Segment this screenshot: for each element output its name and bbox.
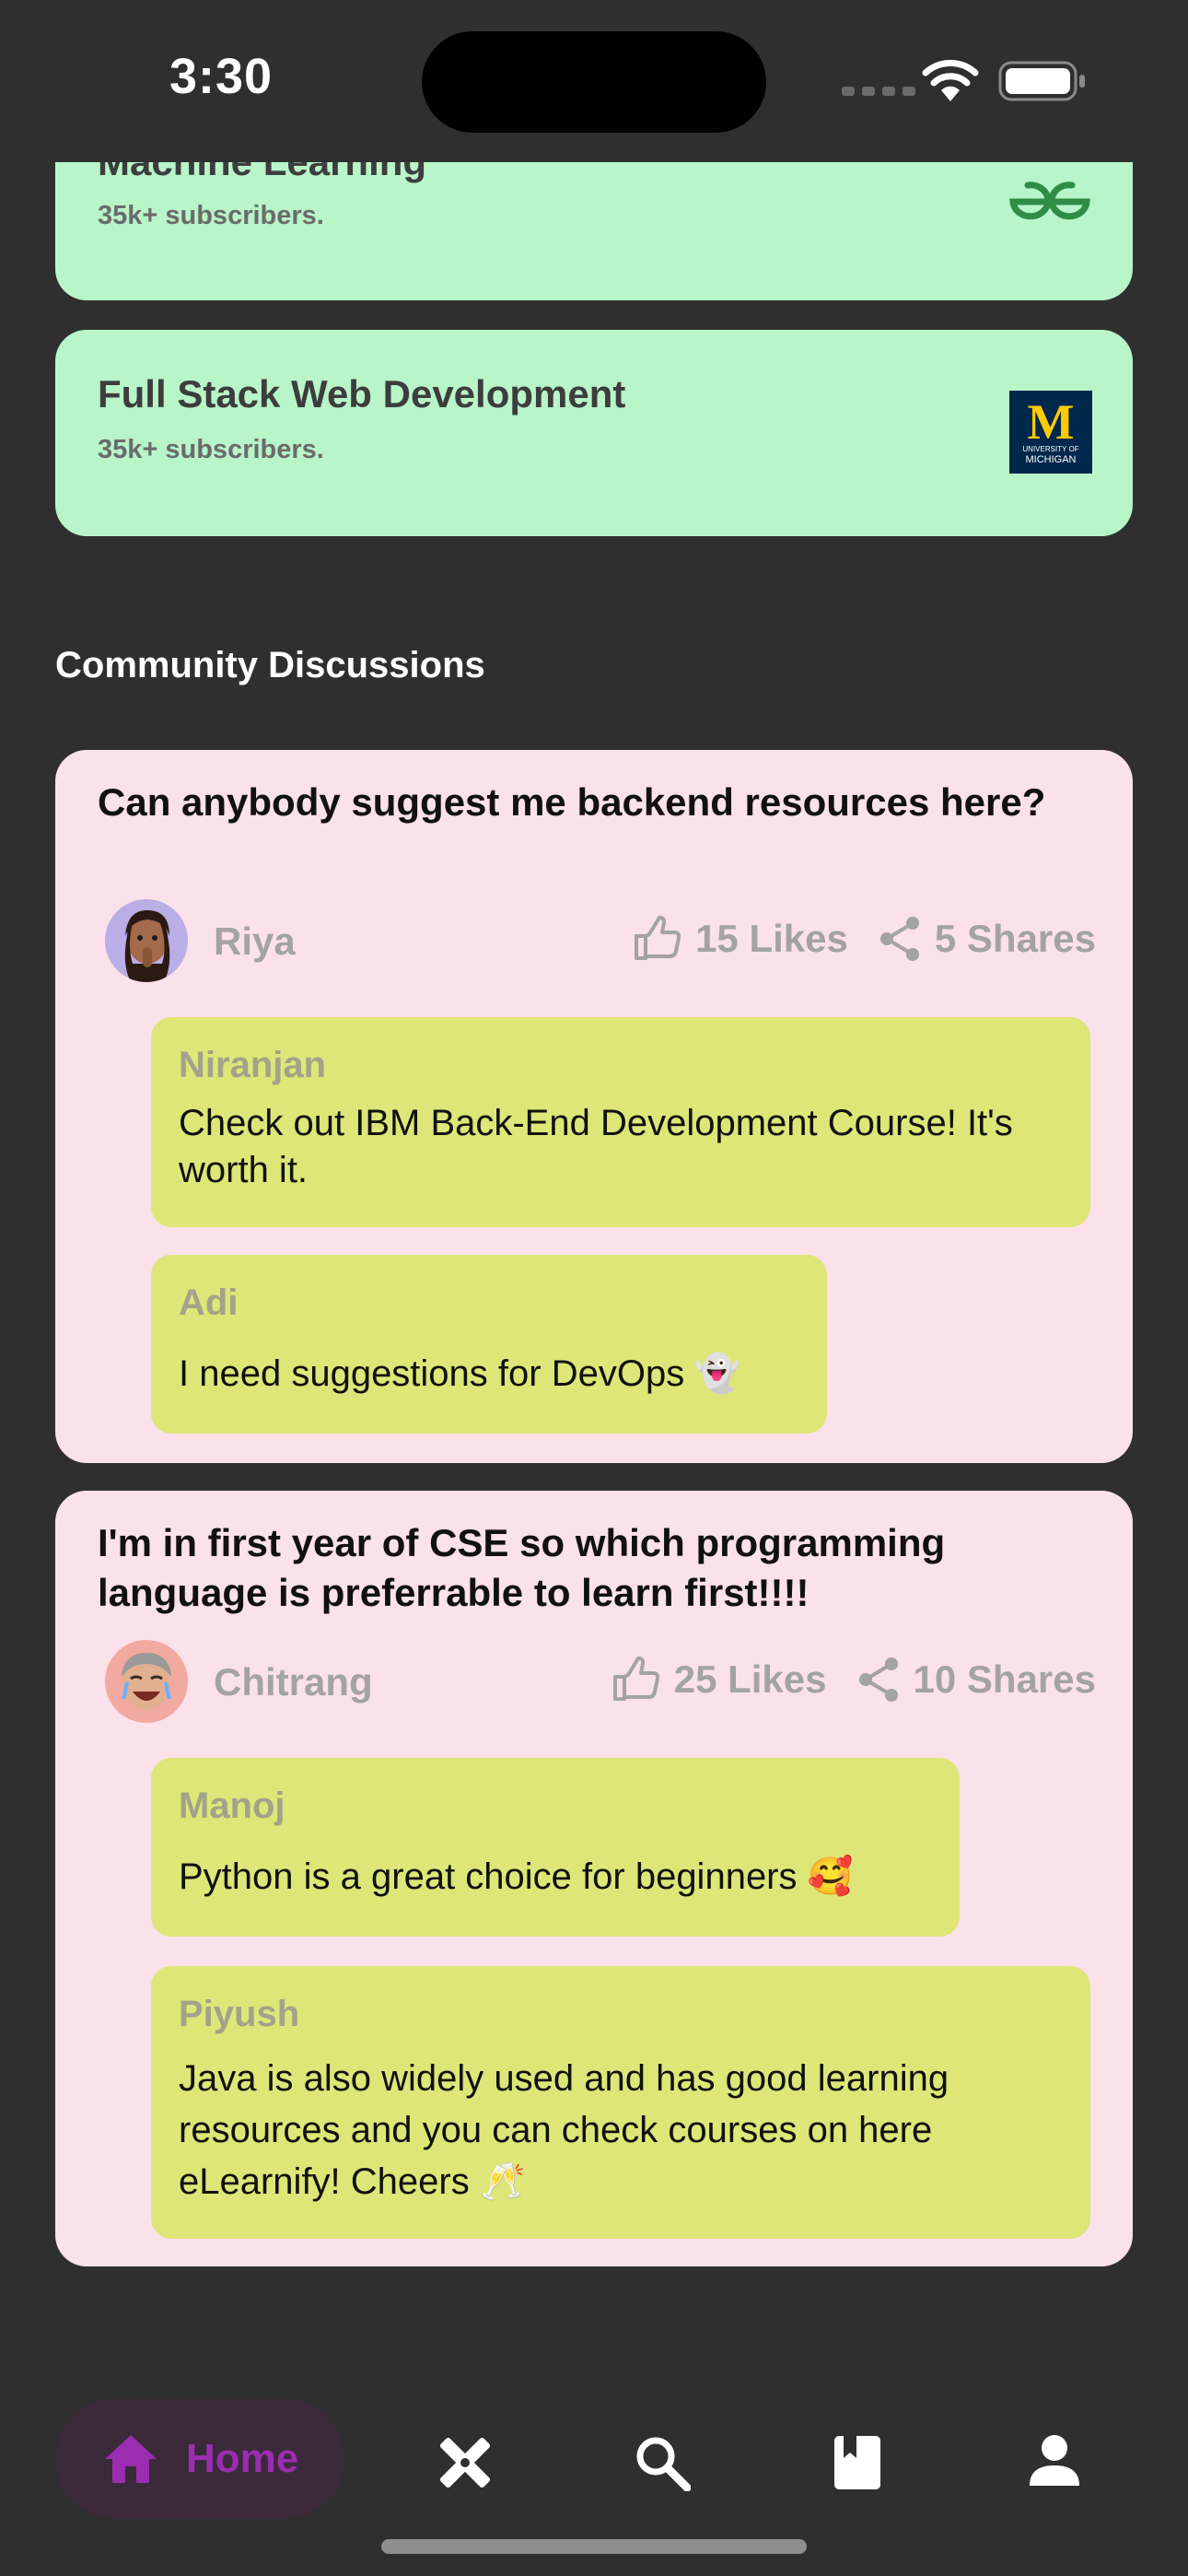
shares-count: 5 Shares (934, 917, 1096, 960)
course-subscribers: 35k+ subscribers. (98, 435, 324, 464)
nav-library[interactable] (833, 2434, 882, 2496)
discussion-stats: 25 Likes 10 Shares (611, 1657, 1096, 1703)
home-icon (105, 2435, 157, 2483)
status-time: 3:30 (169, 49, 274, 104)
reply-author: Niranjan (179, 1045, 327, 1085)
logo-line-2: MICHIGAN (1025, 454, 1077, 465)
tools-icon (439, 2437, 491, 2488)
avatar[interactable] (105, 1640, 188, 1723)
nav-home-label: Home (186, 2436, 299, 2481)
author-name: Riya (214, 919, 296, 963)
reply-bubble[interactable]: Manoj Python is a great choice for begin… (151, 1758, 960, 1937)
shares[interactable]: 5 Shares (879, 916, 1096, 962)
university-of-michigan-logo-icon: M UNIVERSITY OF MICHIGAN (1009, 391, 1092, 474)
discussion-card[interactable]: I'm in first year of CSE so which progra… (55, 1491, 1133, 2266)
discussion-question: Can anybody suggest me backend resources… (98, 780, 1046, 824)
screen: Machine Learning 35k+ subscribers. Full … (0, 0, 1188, 2576)
course-subscribers: 35k+ subscribers. (98, 201, 324, 230)
discussion-stats: 15 Likes 5 Shares (633, 916, 1096, 962)
logo-letter: M (1027, 394, 1075, 450)
course-card[interactable]: Full Stack Web Development 35k+ subscrib… (55, 330, 1133, 536)
thumbs-up-icon (635, 916, 681, 960)
reply-bubble[interactable]: Piyush Java is also widely used and has … (151, 1966, 1090, 2239)
share-icon (858, 1657, 898, 1702)
search-icon (636, 2437, 692, 2492)
reply-text: Check out IBM Back-End Development Cours… (179, 1103, 1013, 1190)
wifi-icon (921, 59, 980, 108)
likes[interactable]: 25 Likes (611, 1657, 827, 1703)
reply-bubble[interactable]: Adi I need suggestions for DevOps 👻 (151, 1255, 827, 1434)
likes[interactable]: 15 Likes (633, 916, 848, 962)
likes-count: 15 Likes (695, 917, 848, 960)
shares[interactable]: 10 Shares (858, 1657, 1096, 1703)
home-indicator (381, 2539, 807, 2554)
avatar[interactable] (105, 899, 188, 982)
geeksforgeeks-logo-icon (1007, 181, 1092, 228)
reply-bubble[interactable]: Niranjan Check out IBM Back-End Developm… (151, 1017, 1090, 1227)
reply-text: Java is also widely used and has good le… (179, 2058, 949, 2202)
shares-count: 10 Shares (913, 1657, 1096, 1701)
reply-author: Adi (179, 1282, 239, 1323)
likes-count: 25 Likes (673, 1657, 827, 1701)
thumbs-up-icon (612, 1657, 659, 1701)
status-bar: 3:30 (0, 0, 1188, 162)
profile-icon (1030, 2435, 1079, 2486)
reply-text: I need suggestions for DevOps 👻 (179, 1353, 741, 1394)
share-icon (879, 917, 919, 961)
course-title: Full Stack Web Development (98, 372, 626, 416)
reply-author: Piyush (179, 1994, 300, 2034)
discussion-card[interactable]: Can anybody suggest me backend resources… (55, 750, 1133, 1463)
nav-home[interactable]: Home (55, 2399, 344, 2519)
reply-text: Python is a great choice for beginners 🥰 (179, 1856, 854, 1897)
battery-icon (998, 61, 1087, 106)
logo-line-1: UNIVERSITY OF (1022, 445, 1079, 453)
discussion-question: I'm in first year of CSE so which progra… (98, 1521, 946, 1614)
nav-tools[interactable] (437, 2434, 494, 2496)
cellular-signal-icon (842, 87, 915, 96)
author-row: Riya 15 Likes 5 Shares (105, 899, 1096, 982)
author-name: Chitrang (214, 1660, 373, 1704)
nav-profile[interactable] (1028, 2434, 1081, 2492)
section-title: Community Discussions (55, 645, 485, 685)
reply-author: Manoj (179, 1786, 285, 1826)
author-row: Chitrang 25 Likes 10 Shares (105, 1640, 1096, 1723)
dynamic-island (422, 31, 766, 133)
book-icon (834, 2436, 880, 2489)
nav-search[interactable] (634, 2434, 692, 2496)
